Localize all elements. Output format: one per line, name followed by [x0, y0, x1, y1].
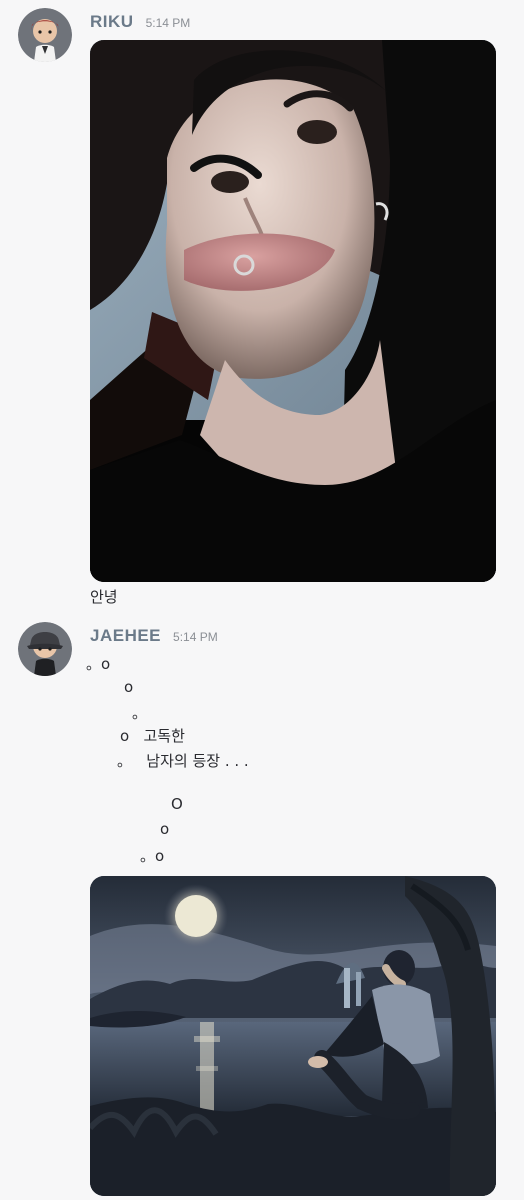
- poem-line: 。o: [140, 847, 165, 865]
- poem-line: 。o: [86, 655, 111, 673]
- poem-line: o 고독한: [120, 727, 185, 745]
- poem-line: 。 남자의 등장 . . .: [117, 752, 249, 770]
- message-text: 안녕: [90, 588, 118, 606]
- username[interactable]: JAEHEE: [90, 626, 161, 646]
- selfie-image[interactable]: [90, 40, 496, 582]
- moonlit-lake-image[interactable]: [90, 876, 496, 1196]
- message-header: RIKU 5:14 PM: [90, 12, 190, 32]
- riku-avatar-icon[interactable]: [18, 8, 72, 62]
- poem-line: o: [160, 820, 170, 838]
- chat-view: RIKU 5:14 PM 안녕 JAEHEE 5:14 PM 。o o 。 o …: [0, 0, 524, 1200]
- username[interactable]: RIKU: [90, 12, 134, 32]
- poem-line: 。: [132, 704, 148, 722]
- message-jaehee: JAEHEE 5:14 PM 。o o 。 o 고독한 。 남자의 등장 . .…: [0, 620, 524, 1200]
- poem-line: o: [124, 678, 134, 696]
- timestamp: 5:14 PM: [145, 16, 191, 30]
- jaehee-avatar-icon[interactable]: [18, 622, 72, 676]
- timestamp: 5:14 PM: [173, 630, 218, 644]
- message-riku: RIKU 5:14 PM 안녕: [0, 0, 524, 620]
- message-header: JAEHEE 5:14 PM: [90, 626, 218, 646]
- poem-line: O: [171, 795, 183, 813]
